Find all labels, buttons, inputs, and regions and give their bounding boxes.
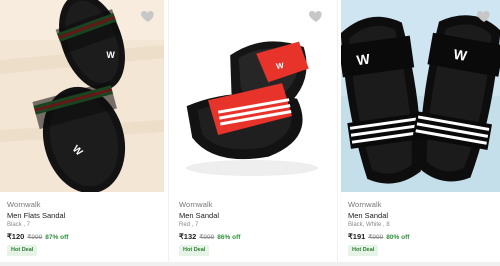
product-mrp: ₹999 bbox=[199, 234, 215, 241]
product-brand: Wornwalk bbox=[7, 200, 41, 209]
product-title[interactable]: Men Sandal bbox=[348, 211, 388, 220]
heart-icon[interactable] bbox=[476, 8, 492, 24]
product-mrp: ₹999 bbox=[27, 234, 43, 241]
product-brand: Wornwalk bbox=[179, 200, 213, 209]
product-card[interactable]: W Wornwalk Men Sandal Red , 7 ₹132 ₹999 86… bbox=[172, 0, 332, 262]
hot-deal-badge: Hot Deal bbox=[179, 245, 210, 256]
price-row: ₹132 ₹999 86% off bbox=[179, 232, 240, 241]
product-variant: Black, White , 8 bbox=[348, 222, 390, 228]
product-image[interactable]: W W bbox=[341, 0, 500, 192]
product-price: ₹191 bbox=[348, 232, 366, 241]
product-price: ₹132 bbox=[179, 232, 197, 241]
product-discount: 87% off bbox=[45, 234, 69, 241]
heart-icon[interactable] bbox=[140, 8, 156, 24]
hot-deal-badge: Hot Deal bbox=[7, 245, 38, 256]
card-divider bbox=[168, 0, 169, 262]
product-card[interactable]: W W Wornwalk Men Sandal Black, White , 8… bbox=[341, 0, 500, 262]
product-discount: 86% off bbox=[217, 234, 241, 241]
svg-text:W: W bbox=[106, 50, 115, 60]
product-price: ₹120 bbox=[7, 232, 25, 241]
product-variant: Black , 7 bbox=[7, 222, 31, 228]
price-row: ₹120 ₹999 87% off bbox=[7, 232, 68, 241]
product-grid: W W Wornwalk Men Flats Sandal Black , 7 bbox=[0, 0, 500, 266]
product-variant: Red , 7 bbox=[179, 222, 199, 228]
hot-deal-badge: Hot Deal bbox=[348, 245, 379, 256]
product-card[interactable]: W W Wornwalk Men Flats Sandal Black , 7 bbox=[0, 0, 164, 262]
product-mrp: ₹999 bbox=[368, 234, 384, 241]
page-bottom-strip bbox=[0, 262, 500, 266]
price-row: ₹191 ₹999 80% off bbox=[348, 232, 409, 241]
product-image[interactable]: W bbox=[172, 0, 332, 192]
product-title[interactable]: Men Flats Sandal bbox=[7, 211, 65, 220]
heart-icon[interactable] bbox=[308, 8, 324, 24]
product-brand: Wornwalk bbox=[348, 200, 382, 209]
product-title[interactable]: Men Sandal bbox=[179, 211, 219, 220]
product-image[interactable]: W W bbox=[0, 0, 164, 192]
product-discount: 80% off bbox=[386, 234, 410, 241]
card-divider bbox=[337, 0, 338, 262]
